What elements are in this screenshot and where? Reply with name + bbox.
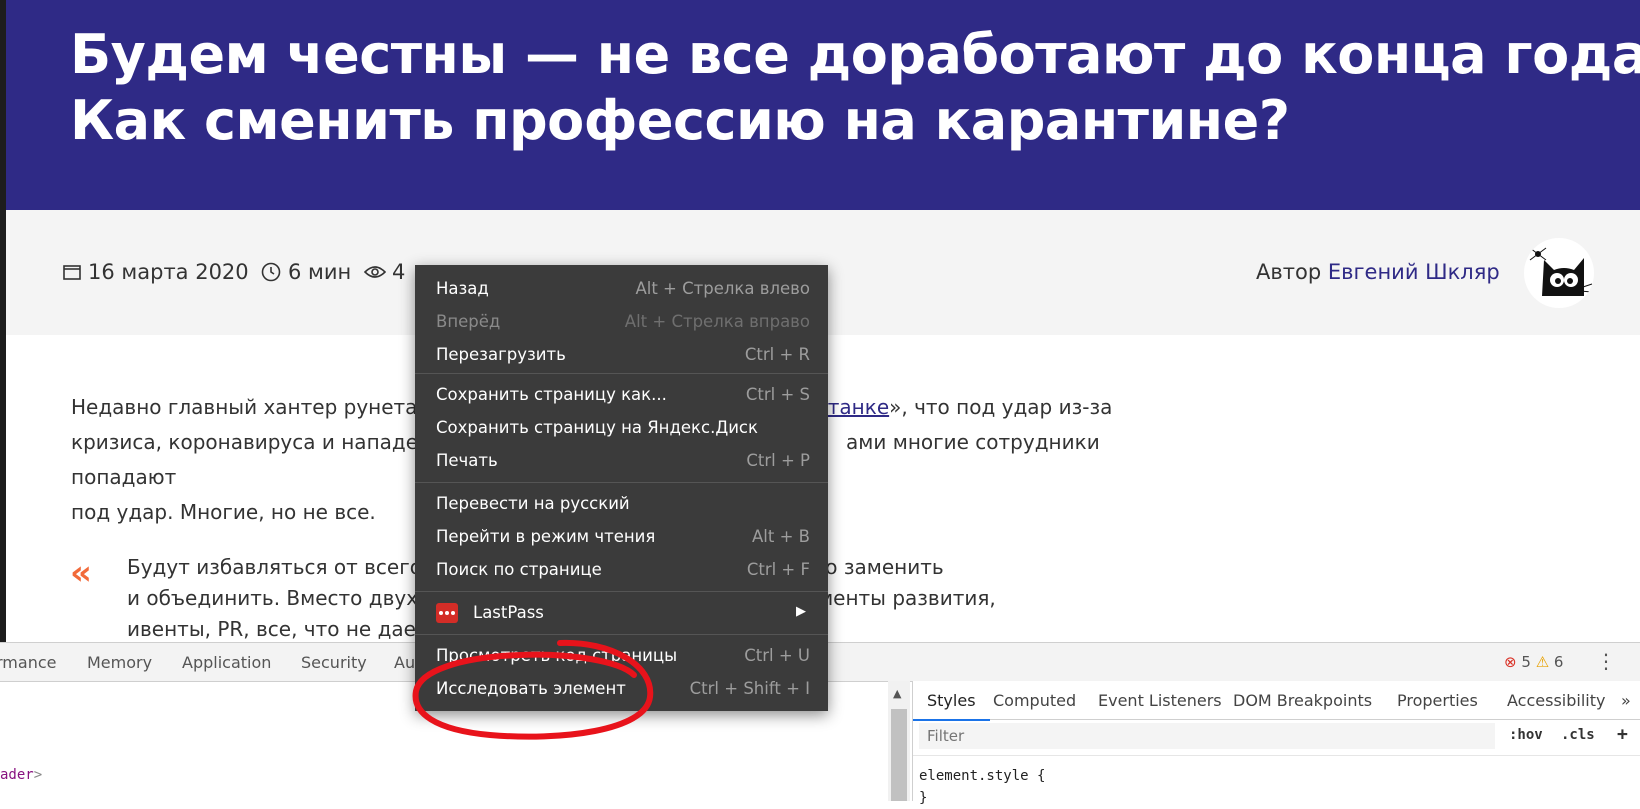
tab-memory[interactable]: Memory [87, 653, 152, 672]
menu-item-save-to-yandex-disk[interactable]: Сохранить страницу на Яндекс.Диск [415, 412, 828, 444]
tab-performance[interactable]: rmance [0, 653, 56, 672]
author-label: Автор [1256, 260, 1322, 284]
error-count: 5 [1521, 653, 1531, 671]
styles-tab-bar: Styles Computed Event Listeners DOM Brea… [913, 681, 1640, 721]
article-title: Будем честны — не все доработают до конц… [70, 22, 1640, 154]
add-rule-button[interactable]: + [1617, 724, 1628, 745]
menu-separator [415, 591, 828, 592]
article-title-line-2: Как сменить профессию на карантине? [70, 89, 1290, 152]
styles-filter-input[interactable] [919, 723, 1495, 749]
tab-event-listeners[interactable]: Event Listeners [1098, 691, 1222, 710]
read-time-text: 6 мин [288, 260, 352, 284]
clock-icon [261, 262, 281, 282]
menu-separator [415, 482, 828, 483]
menu-item-find-in-page[interactable]: Поиск по странице Ctrl + F [415, 554, 828, 586]
tab-properties[interactable]: Properties [1397, 691, 1478, 710]
menu-item-save-page-as[interactable]: Сохранить страницу как... Ctrl + S [415, 379, 828, 411]
kebab-menu-icon[interactable]: ⋮ [1596, 649, 1616, 673]
hover-state-button[interactable]: :hov [1509, 727, 1543, 743]
quote-mark-icon: « [70, 553, 92, 593]
author-avatar[interactable] [1524, 238, 1594, 308]
menu-separator [415, 373, 828, 374]
view-count: 4 [364, 260, 405, 284]
cat-illustration-icon [1529, 247, 1593, 296]
class-toggle-button[interactable]: .cls [1561, 727, 1595, 743]
tab-styles[interactable]: Styles [913, 691, 989, 721]
menu-item-reload[interactable]: Перезагрузить Ctrl + R [415, 339, 828, 371]
read-time: 6 мин [260, 260, 351, 284]
menu-item-view-source[interactable]: Просмотреть код страницы Ctrl + U [415, 640, 828, 672]
submenu-arrow-icon: ▶ [796, 604, 806, 619]
tab-accessibility[interactable]: Accessibility [1507, 691, 1605, 710]
tab-application[interactable]: Application [182, 653, 271, 672]
publish-date: 16 марта 2020 [62, 260, 249, 284]
tab-dom-breakpoints[interactable]: DOM Breakpoints [1233, 691, 1372, 710]
scroll-up-arrow-icon[interactable]: ▲ [893, 687, 901, 700]
menu-item-inspect-element[interactable]: Исследовать элемент Ctrl + Shift + I [415, 673, 828, 705]
element-style-rule[interactable]: element.style { } [919, 765, 1045, 809]
article-header: Будем честны — не все доработают до конц… [0, 0, 1640, 210]
warning-icon: ⚠ [1535, 653, 1550, 671]
menu-item-lastpass[interactable]: LastPass ▶ [415, 597, 828, 629]
dom-scrollbar[interactable]: ▲ [888, 681, 910, 801]
tab-audits[interactable]: Au [394, 653, 415, 672]
view-count-text: 4 [392, 260, 406, 284]
console-counts[interactable]: ⊗ 5 ⚠ 6 [1504, 653, 1563, 671]
tab-computed[interactable]: Computed [993, 691, 1076, 710]
author-link[interactable]: Евгений Шкляр [1328, 260, 1500, 284]
calendar-icon [63, 265, 81, 280]
context-menu: Назад Alt + Стрелка влево Вперёд Alt + С… [415, 265, 828, 711]
error-icon: ⊗ [1504, 653, 1517, 671]
dom-tree-line[interactable]: ader> [0, 767, 42, 783]
tab-security[interactable]: Security [301, 653, 367, 672]
more-tabs-icon[interactable]: » [1621, 691, 1631, 710]
menu-item-translate[interactable]: Перевести на русский [415, 488, 828, 520]
styles-filter-row: :hov .cls + [913, 719, 1640, 756]
author-byline: Автор Евгений Шкляр [1256, 260, 1500, 284]
article-title-line-1: Будем честны — не все доработают до конц… [70, 23, 1640, 86]
menu-item-print[interactable]: Печать Ctrl + P [415, 445, 828, 477]
menu-item-reading-mode[interactable]: Перейти в режим чтения Alt + B [415, 521, 828, 553]
publish-date-text: 16 марта 2020 [88, 260, 249, 284]
menu-item-back[interactable]: Назад Alt + Стрелка влево [415, 273, 828, 305]
lastpass-icon [436, 603, 458, 623]
menu-separator [415, 634, 828, 635]
menu-item-forward[interactable]: Вперёд Alt + Стрелка вправо [415, 306, 828, 338]
scrollbar-thumb[interactable] [891, 709, 907, 801]
styles-pane: Styles Computed Event Listeners DOM Brea… [912, 681, 1640, 806]
warning-count: 6 [1553, 653, 1564, 671]
eye-icon [364, 266, 386, 278]
